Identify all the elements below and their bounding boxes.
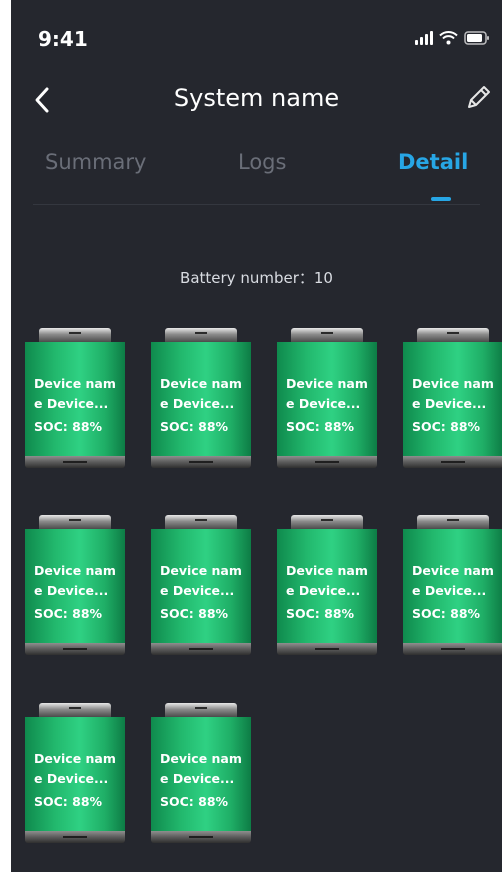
device-name: Device name Device... <box>34 563 116 598</box>
device-soc: SOC: 88% <box>412 606 481 621</box>
status-time: 9:41 <box>38 27 88 51</box>
battery-card[interactable]: Device name Device... SOC: 88% <box>277 328 377 473</box>
battery-card[interactable]: Device name Device... SOC: 88% <box>25 328 125 473</box>
pencil-icon <box>468 86 490 108</box>
wifi-icon <box>439 30 458 45</box>
battery-base <box>151 643 251 655</box>
battery-base <box>25 456 125 468</box>
active-tab-indicator <box>431 197 451 201</box>
app-screen: 9:41 System name Summary Logs Detail Bat… <box>11 0 502 872</box>
battery-card[interactable]: Device name Device... SOC: 88% <box>151 515 251 660</box>
battery-base <box>25 831 125 843</box>
device-name: Device name Device... <box>160 563 242 598</box>
battery-card[interactable]: Device name Device... SOC: 88% <box>25 515 125 660</box>
device-name: Device name Device... <box>34 376 116 411</box>
edit-button[interactable] <box>462 82 494 114</box>
battery-terminal <box>165 328 237 342</box>
device-soc: SOC: 88% <box>160 794 229 809</box>
device-soc: SOC: 88% <box>412 419 481 434</box>
battery-base <box>25 643 125 655</box>
battery-terminal <box>417 515 489 529</box>
battery-card[interactable]: Device name Device... SOC: 88% <box>403 515 502 660</box>
tab-detail[interactable]: Detail <box>398 150 468 174</box>
battery-icon <box>464 31 490 45</box>
battery-base <box>277 643 377 655</box>
battery-base <box>277 456 377 468</box>
device-name: Device name Device... <box>412 563 494 598</box>
signal-icon <box>415 31 433 45</box>
battery-card[interactable]: Device name Device... SOC: 88% <box>277 515 377 660</box>
status-icons <box>415 30 490 45</box>
battery-base <box>151 831 251 843</box>
battery-card[interactable]: Device name Device... SOC: 88% <box>151 328 251 473</box>
device-name: Device name Device... <box>286 563 368 598</box>
battery-terminal <box>291 515 363 529</box>
device-soc: SOC: 88% <box>34 794 103 809</box>
battery-terminal <box>39 515 111 529</box>
device-soc: SOC: 88% <box>34 606 103 621</box>
device-name: Device name Device... <box>34 751 116 786</box>
device-soc: SOC: 88% <box>286 606 355 621</box>
battery-count-label: Battery number：10 <box>180 269 333 287</box>
battery-terminal <box>165 703 237 717</box>
status-bar: 9:41 <box>11 0 502 70</box>
device-soc: SOC: 88% <box>286 419 355 434</box>
device-soc: SOC: 88% <box>160 606 229 621</box>
device-name: Device name Device... <box>160 376 242 411</box>
battery-terminal <box>39 703 111 717</box>
tab-logs[interactable]: Logs <box>238 150 286 174</box>
tab-bar: Summary Logs Detail <box>33 150 480 205</box>
device-soc: SOC: 88% <box>34 419 103 434</box>
battery-base <box>403 643 502 655</box>
device-name: Device name Device... <box>412 376 494 411</box>
battery-card[interactable]: Device name Device... SOC: 88% <box>403 328 502 473</box>
device-name: Device name Device... <box>160 751 242 786</box>
battery-base <box>151 456 251 468</box>
battery-terminal <box>39 328 111 342</box>
battery-terminal <box>291 328 363 342</box>
battery-terminal <box>165 515 237 529</box>
tab-summary[interactable]: Summary <box>45 150 146 174</box>
battery-base <box>403 456 502 468</box>
device-soc: SOC: 88% <box>160 419 229 434</box>
device-name: Device name Device... <box>286 376 368 411</box>
page-title: System name <box>173 84 340 112</box>
header: System name <box>11 76 502 126</box>
battery-card[interactable]: Device name Device... SOC: 88% <box>151 703 251 848</box>
battery-card[interactable]: Device name Device... SOC: 88% <box>25 703 125 848</box>
battery-terminal <box>417 328 489 342</box>
